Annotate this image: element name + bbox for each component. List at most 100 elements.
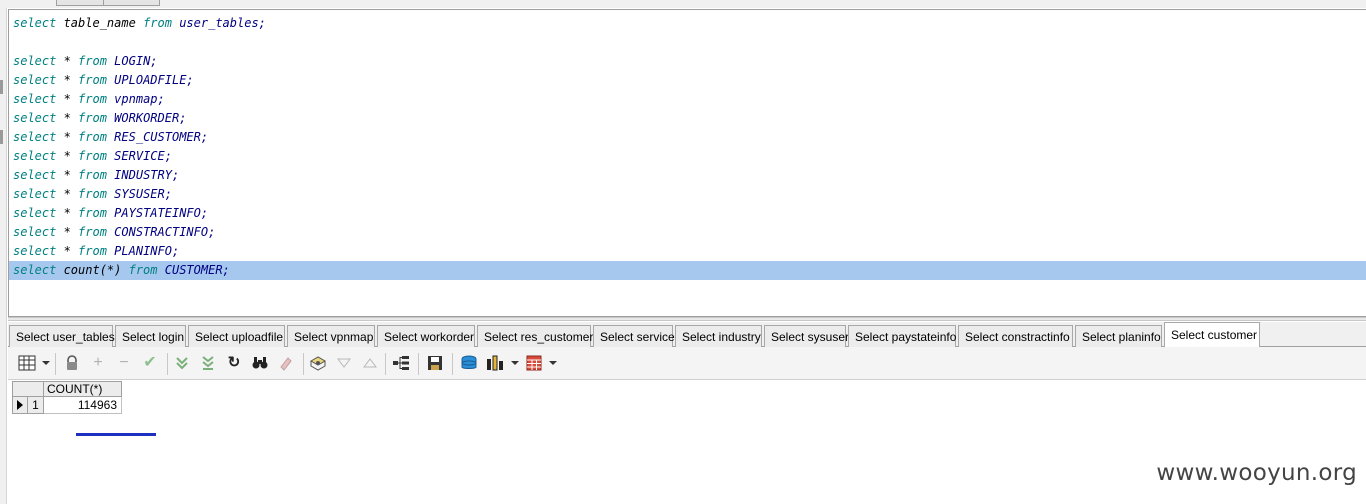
sql-keyword: from xyxy=(78,73,107,87)
result-tab[interactable]: Select planinfo xyxy=(1075,325,1162,347)
sql-expression: * xyxy=(56,92,79,106)
panel-splitter[interactable] xyxy=(8,317,1366,321)
code-line[interactable]: select table_name from user_tables; xyxy=(9,14,1366,33)
table-dropdown-caret[interactable] xyxy=(549,361,557,365)
grid-view-dropdown-caret[interactable] xyxy=(42,361,50,365)
sql-expression: * xyxy=(56,244,79,258)
clear-filter-icon[interactable] xyxy=(277,354,295,372)
sql-table-name: user_tables; xyxy=(171,16,266,30)
tree-view-icon[interactable] xyxy=(392,354,410,372)
sql-editor[interactable]: select table_name from user_tables; selec… xyxy=(8,9,1366,317)
sql-keyword: from xyxy=(143,16,172,30)
sort-ascending-icon[interactable] xyxy=(361,354,379,372)
result-tab[interactable]: Select industry xyxy=(675,325,762,347)
export-icon[interactable] xyxy=(460,354,478,372)
code-line[interactable]: select * from LOGIN; xyxy=(9,52,1366,71)
result-tab[interactable]: Select constractinfo xyxy=(958,325,1073,347)
sql-expression: * xyxy=(56,225,79,239)
code-line[interactable]: select * from PAYSTATEINFO; xyxy=(9,204,1366,223)
sql-keyword: select xyxy=(13,263,57,277)
top-tab-1[interactable] xyxy=(56,0,104,6)
sql-keyword: from xyxy=(78,244,107,258)
sql-keyword: from xyxy=(78,187,107,201)
result-toolbar: + − ✔ ↻ xyxy=(8,347,1366,380)
sql-keyword: from xyxy=(78,149,107,163)
result-tab[interactable]: Select sysuser xyxy=(764,325,849,347)
result-tab[interactable]: Select workorder xyxy=(377,325,475,347)
chart-dropdown-caret[interactable] xyxy=(511,361,519,365)
sql-keyword: select xyxy=(13,16,57,30)
rail-marker xyxy=(0,130,3,144)
add-record-icon[interactable]: + xyxy=(89,354,107,372)
top-strip xyxy=(0,0,1366,8)
table-icon[interactable] xyxy=(525,354,543,372)
redaction-underline xyxy=(76,433,156,436)
sql-keyword: select xyxy=(13,149,57,163)
result-tab[interactable]: Select uploadfile xyxy=(188,325,285,347)
post-changes-icon[interactable]: ✔ xyxy=(141,354,159,372)
code-line[interactable]: select * from WORKORDER; xyxy=(9,109,1366,128)
code-line[interactable]: select * from CONSTRACTINFO; xyxy=(9,223,1366,242)
sql-expression: * xyxy=(56,149,79,163)
top-tab-2[interactable] xyxy=(103,0,160,6)
rail-marker xyxy=(0,80,3,94)
fetch-all-icon[interactable] xyxy=(199,354,217,372)
sql-table-name: PAYSTATEINFO; xyxy=(106,206,209,220)
save-icon[interactable] xyxy=(426,354,444,372)
sql-keyword: select xyxy=(13,54,57,68)
sql-keyword: from xyxy=(78,111,107,125)
lock-icon[interactable] xyxy=(63,354,81,372)
sql-keyword: select xyxy=(13,244,57,258)
code-line[interactable]: select * from vpnmap; xyxy=(9,90,1366,109)
sql-keyword: select xyxy=(13,225,57,239)
grid-cell[interactable]: 114963 xyxy=(44,397,122,414)
fetch-next-icon[interactable] xyxy=(173,354,191,372)
code-line[interactable]: select * from UPLOADFILE; xyxy=(9,71,1366,90)
toolbar-separator xyxy=(418,353,419,375)
sql-table-name: SYSUSER; xyxy=(106,187,172,201)
sql-keyword: select xyxy=(13,73,57,87)
code-line[interactable]: select count(*) from CUSTOMER; xyxy=(9,261,1366,280)
code-line[interactable]: select * from SERVICE; xyxy=(9,147,1366,166)
sql-expression: count(*) xyxy=(56,263,129,277)
result-tab[interactable]: Select service xyxy=(593,325,675,347)
code-line[interactable]: select * from SYSUSER; xyxy=(9,185,1366,204)
code-line[interactable]: select * from INDUSTRY; xyxy=(9,166,1366,185)
result-tab[interactable]: Select user_tables xyxy=(9,325,115,347)
code-line[interactable]: select * from RES_CUSTOMER; xyxy=(9,128,1366,147)
result-tab[interactable]: Select vpnmap xyxy=(287,325,375,347)
sql-keyword: from xyxy=(78,130,107,144)
grid-view-icon[interactable] xyxy=(18,354,36,372)
result-tab[interactable]: Select customer xyxy=(1164,322,1260,347)
sql-table-name: UPLOADFILE; xyxy=(106,73,194,87)
result-tab[interactable]: Select paystateinfo xyxy=(848,325,956,347)
sql-table-name: CONSTRACTINFO; xyxy=(106,225,216,239)
sql-table-name: INDUSTRY; xyxy=(106,168,180,182)
sql-expression: * xyxy=(56,206,79,220)
code-line[interactable] xyxy=(9,33,1366,52)
toolbar-separator xyxy=(452,353,453,375)
result-tab[interactable]: Select res_customer xyxy=(477,325,593,347)
sql-expression: table_name xyxy=(56,16,144,30)
sql-keyword: select xyxy=(13,168,57,182)
refresh-icon[interactable]: ↻ xyxy=(225,354,243,372)
sql-table-name: LOGIN; xyxy=(106,54,158,68)
left-rail xyxy=(0,8,7,504)
delete-record-icon[interactable]: − xyxy=(115,354,133,372)
sql-keyword: from xyxy=(78,206,107,220)
result-tab[interactable]: Select login xyxy=(115,325,186,347)
current-row-arrow-icon xyxy=(17,400,23,410)
column-header[interactable]: COUNT(*) xyxy=(44,381,122,397)
row-indicator xyxy=(12,397,28,414)
sql-keyword: from xyxy=(78,92,107,106)
sql-expression: * xyxy=(56,73,79,87)
find-icon[interactable] xyxy=(251,354,269,372)
toolbar-separator xyxy=(303,353,304,375)
chart-icon[interactable] xyxy=(486,354,504,372)
sql-table-name: SERVICE; xyxy=(106,149,172,163)
sql-table-name: WORKORDER; xyxy=(106,111,187,125)
sort-descending-icon[interactable] xyxy=(335,354,353,372)
code-line[interactable]: select * from PLANINFO; xyxy=(9,242,1366,261)
query-by-example-icon[interactable] xyxy=(309,354,327,372)
sql-keyword: from xyxy=(78,168,107,182)
